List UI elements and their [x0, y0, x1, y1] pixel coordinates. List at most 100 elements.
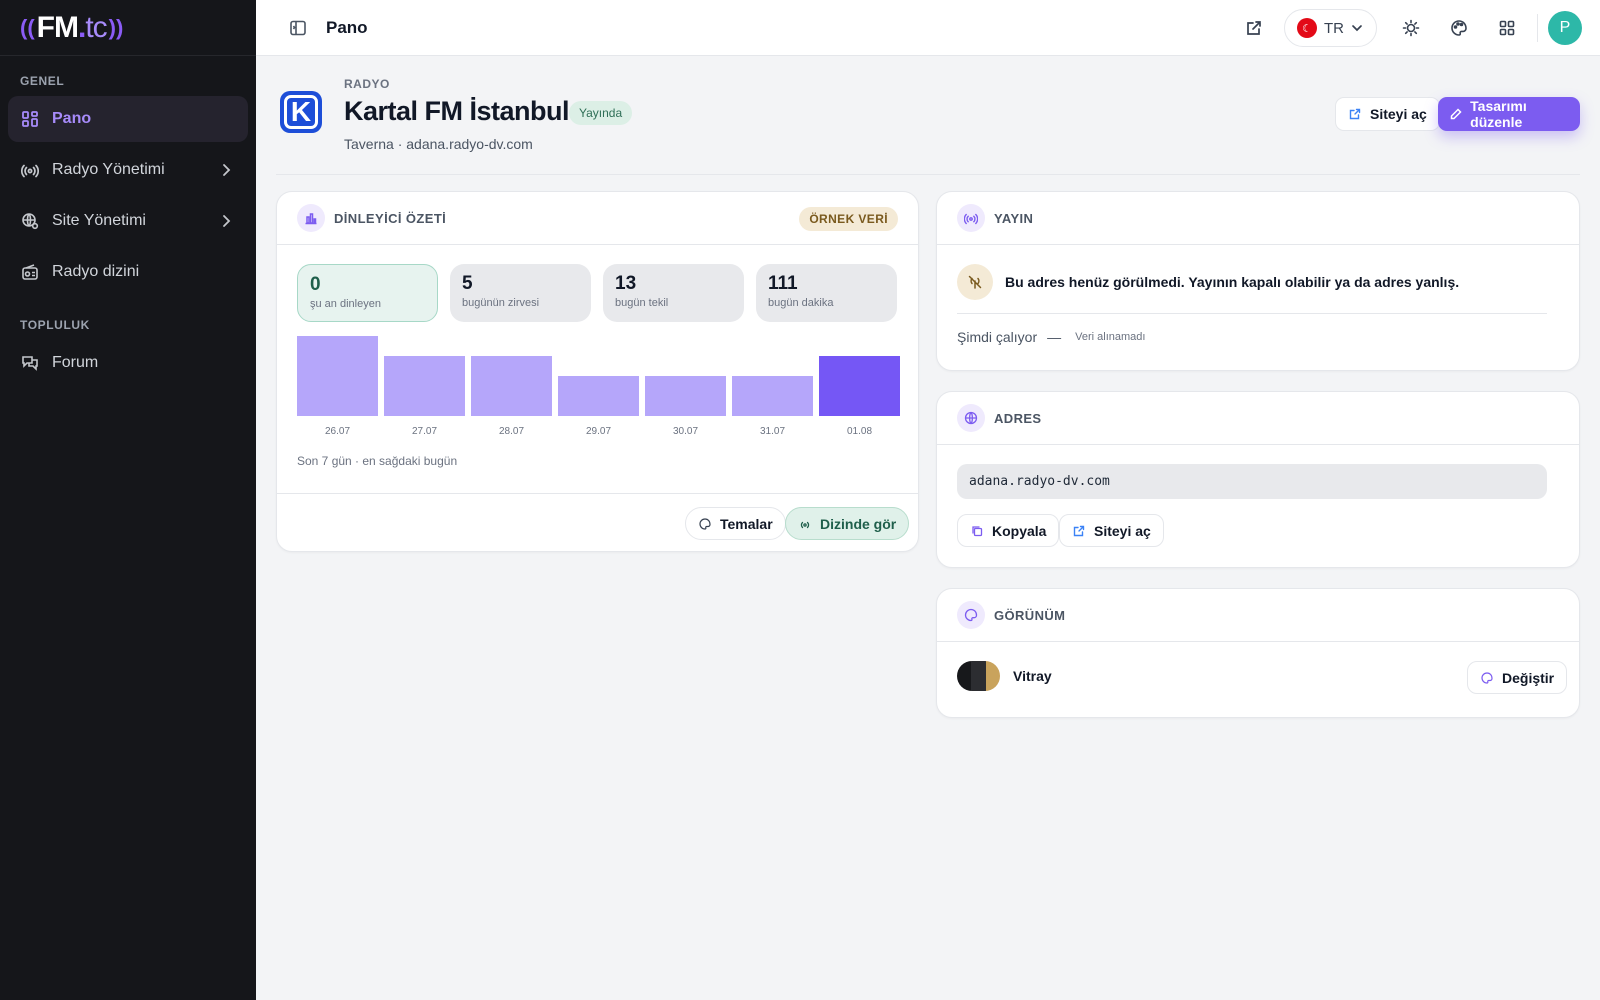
broadcast-card: YAYIN Bu adres henüz görülmedi. Yayının …: [936, 191, 1580, 371]
sidebar-toggle-button[interactable]: [280, 10, 316, 46]
palette-icon: [957, 601, 985, 629]
nav-section-genel: GENEL: [20, 74, 65, 88]
stat-label: şu an dinleyen: [310, 298, 381, 310]
address-card: ADRES adana.radyo-dv.com Kopyala Siteyi …: [936, 391, 1580, 568]
chevron-right-icon: [218, 213, 234, 229]
radio-waves-icon: [957, 204, 985, 232]
panel-left-icon: [289, 19, 307, 37]
status-badge: Yayında: [569, 101, 633, 125]
turkey-flag-icon: ☾: [1297, 18, 1317, 38]
chart-tick-label: 27.07: [412, 426, 437, 437]
signal-left-icon: ((: [20, 14, 35, 40]
k-logo-icon: K: [284, 95, 318, 129]
stat-value: 111: [768, 273, 798, 294]
external-link-icon: [1348, 107, 1362, 121]
palette-button[interactable]: [1439, 8, 1479, 48]
change-theme-label: Değiştir: [1502, 669, 1555, 686]
chevron-down-icon: [1350, 21, 1364, 35]
brand-dot: .: [77, 10, 86, 44]
swatch-color-2: [971, 661, 986, 691]
edit-design-button[interactable]: Tasarımı düzenle: [1438, 97, 1580, 131]
card-title: YAYIN: [994, 210, 1034, 226]
change-theme-button[interactable]: Değiştir: [1467, 661, 1568, 694]
signal-right-icon: )): [108, 14, 124, 40]
themes-button[interactable]: Temalar: [685, 507, 786, 540]
sidebar-item-label: Site Yönetimi: [52, 212, 146, 229]
open-external-button[interactable]: [1234, 8, 1274, 48]
copy-button[interactable]: Kopyala: [957, 514, 1060, 547]
sidebar-item-site-yonetimi[interactable]: Site Yönetimi: [8, 198, 248, 244]
stat-today-minutes: 111 bugün dakika: [756, 264, 897, 322]
open-site-label: Siteyi aç: [1094, 522, 1151, 539]
open-site-button-secondary[interactable]: Siteyi aç: [1059, 514, 1164, 547]
open-site-button[interactable]: Siteyi aç: [1335, 97, 1440, 131]
chart-tick-label: 28.07: [499, 426, 524, 437]
language-label: TR: [1324, 19, 1344, 37]
sidebar: (( FM. tc )) GENEL Pano Radyo Yönetimi Si…: [0, 0, 256, 1000]
chart-bar-28.07: [471, 356, 552, 416]
stat-value: 0: [310, 274, 321, 295]
themes-label: Temalar: [720, 515, 773, 532]
apps-grid-button[interactable]: [1487, 8, 1527, 48]
sidebar-item-label: Radyo dizini: [52, 263, 140, 280]
stat-label: bugün dakika: [768, 297, 834, 309]
stat-label: bugün tekil: [615, 297, 669, 309]
address-field[interactable]: adana.radyo-dv.com: [957, 464, 1547, 499]
avatar[interactable]: P: [1548, 11, 1582, 45]
chart-tick-label: 26.07: [325, 426, 350, 437]
divider: [957, 313, 1547, 314]
chart-tick-label: 30.07: [673, 426, 698, 437]
now-playing-label: Şimdi çalıyor: [957, 329, 1038, 345]
now-playing-value: Veri alınamadı: [1075, 331, 1146, 343]
dashboard-icon: [20, 109, 40, 129]
bar-chart-icon: [297, 204, 325, 232]
signal-off-icon: [957, 264, 993, 300]
chart-bar-31.07: [732, 376, 813, 416]
grid-icon: [1498, 19, 1516, 37]
sidebar-item-forum[interactable]: Forum: [8, 340, 248, 386]
appearance-card: GÖRÜNÜM Vitray Değiştir: [936, 588, 1580, 718]
chart-bar-29.07: [558, 376, 639, 416]
sun-icon: [1402, 19, 1420, 37]
sidebar-item-radyo-yonetimi[interactable]: Radyo Yönetimi: [8, 147, 248, 193]
pencil-icon: [1450, 107, 1462, 121]
sidebar-item-radyo-dizini[interactable]: Radyo dizini: [8, 249, 248, 295]
card-title: ADRES: [994, 410, 1042, 426]
chart-note: Son 7 gün · en sağdaki bugün: [297, 454, 458, 468]
view-in-directory-button[interactable]: Dizinde gör: [785, 507, 910, 540]
chart-bar-27.07: [384, 356, 465, 416]
listener-bar-chart: 26.07 27.07 28.07 29.07 30.07 31.07 01.08: [297, 336, 900, 437]
external-link-icon: [1245, 19, 1263, 37]
copy-label: Kopyala: [992, 522, 1047, 539]
stat-today-unique: 13 bugün tekil: [603, 264, 744, 322]
offline-notice: Bu adres henüz görülmedi. Yayının kapalı…: [957, 264, 1459, 300]
page-title: Pano: [326, 17, 368, 37]
stat-today-peak: 5 bugünün zirvesi: [450, 264, 591, 322]
brand-logo[interactable]: (( FM. tc )): [0, 0, 256, 56]
chart-bar-30.07: [645, 376, 726, 416]
forum-icon: [20, 353, 40, 373]
topbar: Pano ☾ TR P: [256, 0, 1600, 56]
sidebar-item-label: Pano: [52, 110, 92, 127]
open-site-label: Siteyi aç: [1370, 106, 1427, 122]
radio-waves-icon: [798, 517, 812, 531]
radio-icon: [20, 262, 40, 282]
notice-text: Bu adres henüz görülmedi. Yayının kapalı…: [1005, 274, 1460, 290]
globe-settings-icon: [20, 211, 40, 231]
globe-icon: [957, 404, 985, 432]
station-subtitle: Taverna · adana.radyo-dv.com: [344, 136, 533, 152]
chart-tick-label: 29.07: [586, 426, 611, 437]
theme-toggle-button[interactable]: [1391, 8, 1431, 48]
language-select[interactable]: ☾ TR: [1284, 9, 1377, 47]
copy-icon: [970, 524, 984, 538]
chart-tick-label: 01.08: [847, 426, 872, 437]
now-playing-row: Şimdi çalıyor — Veri alınamadı: [957, 329, 1145, 345]
sidebar-item-label: Forum: [52, 354, 99, 371]
divider: [1537, 14, 1538, 42]
external-link-icon: [1072, 524, 1086, 538]
chevron-right-icon: [218, 162, 234, 178]
sidebar-item-pano[interactable]: Pano: [8, 96, 248, 142]
now-playing-separator: —: [1047, 329, 1062, 345]
chart-bar-01.08: [819, 356, 900, 416]
card-title: DİNLEYİCİ ÖZETİ: [334, 210, 447, 226]
